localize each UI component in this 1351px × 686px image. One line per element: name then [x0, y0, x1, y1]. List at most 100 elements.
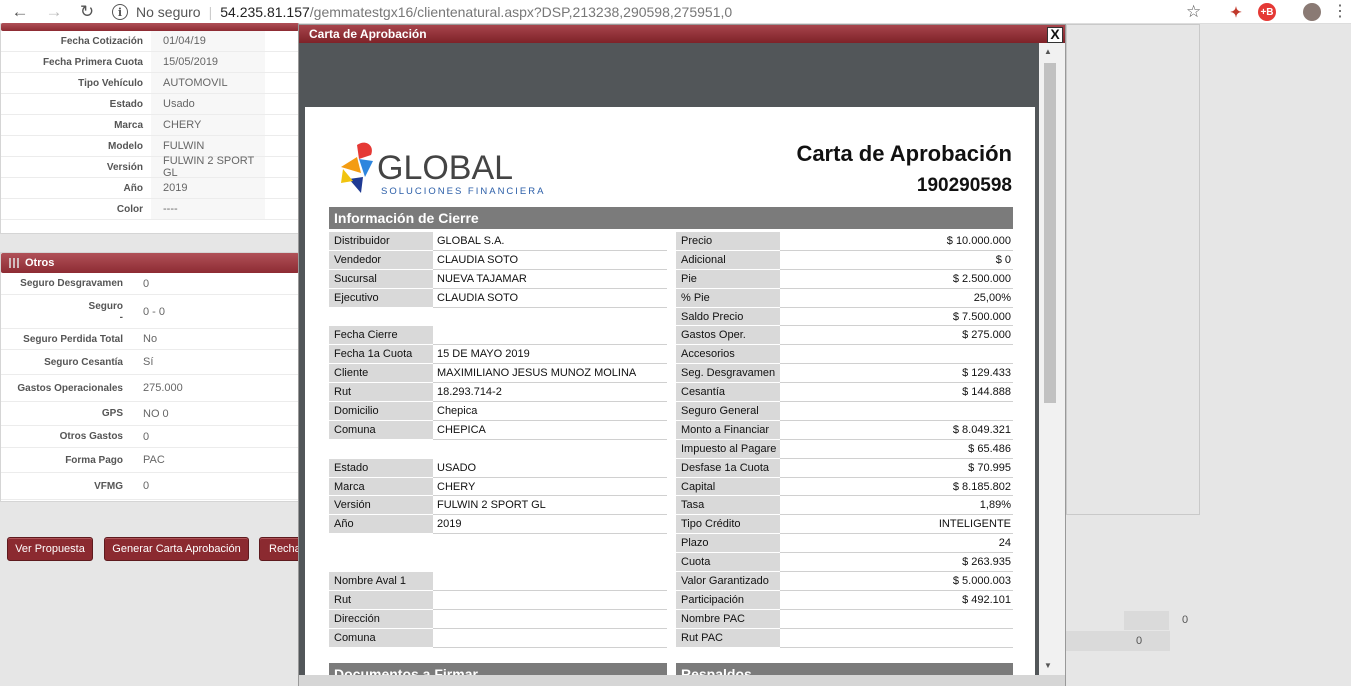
- table-row: Comuna: [329, 628, 667, 648]
- table-key: Cesantía: [676, 383, 780, 403]
- profile-avatar[interactable]: [1303, 3, 1321, 21]
- table-value: [780, 628, 1013, 648]
- forward-arrow-icon[interactable]: →: [42, 0, 66, 24]
- field-label: VFMG: [1, 481, 131, 492]
- table-key: [329, 439, 433, 459]
- ver-propuesta-button[interactable]: Ver Propuesta: [7, 537, 93, 561]
- scroll-up-icon[interactable]: ▲: [1044, 47, 1052, 56]
- reload-icon[interactable]: ↻: [75, 0, 99, 24]
- table-row: Valor Garantizado $ 5.000.003: [676, 572, 1013, 591]
- address-bar[interactable]: i No seguro | 54.235.81.157/gemmatestgx1…: [112, 1, 732, 23]
- table-key: [329, 553, 433, 573]
- table-value: GLOBAL S.A.: [433, 232, 667, 251]
- grip-icon: [9, 258, 19, 268]
- informacion-cierre-header: Información de Cierre: [329, 207, 1013, 229]
- data-row: Fecha Primera Cuota 15/05/2019: [1, 52, 299, 73]
- url-path: /gemmatestgx16/clientenatural.aspx?DSP,2…: [309, 4, 733, 20]
- table-key: Adicional: [676, 250, 780, 270]
- table-key: Nombre PAC: [676, 609, 780, 629]
- table-key: Valor Garantizado: [676, 572, 780, 591]
- value-cell-bg: [1124, 611, 1169, 630]
- table-value: $ 10.000.000: [780, 232, 1013, 251]
- browser-toolbar: ← → ↻ i No seguro | 54.235.81.157/gemmat…: [0, 0, 1351, 24]
- field-label: Fecha Primera Cuota: [42, 56, 143, 68]
- extension-badge-icon[interactable]: +B: [1258, 3, 1276, 21]
- pdf-extension-icon[interactable]: ✦: [1227, 3, 1245, 21]
- doc-title: Carta de Aprobación: [796, 141, 1012, 166]
- table-value: MAXIMILIANO JESUS MUNOZ MOLINA: [433, 364, 667, 384]
- background-right-panel: [1066, 24, 1200, 515]
- field-label: Seguro Desgravamen: [1, 278, 131, 289]
- field-label-text: Gastos Operacionales: [17, 382, 123, 394]
- back-arrow-icon[interactable]: ←: [8, 0, 32, 24]
- field-label-text: VFMG: [94, 480, 123, 492]
- data-row: Forma Pago PAC: [1, 448, 299, 473]
- table-key: Versión: [329, 496, 433, 516]
- table-value: $ 0: [780, 250, 1013, 270]
- table-key: Sucursal: [329, 269, 433, 289]
- modal-scrollbar[interactable]: ▲ ▼: [1039, 43, 1065, 675]
- table-key: Año: [329, 515, 433, 535]
- table-row: Tipo Crédito INTELIGENTE: [676, 515, 1013, 535]
- data-row: VFMG 0: [1, 473, 299, 500]
- table-value: 18.293.714-2: [433, 383, 667, 403]
- field-label-text: Seguro Desgravamen: [20, 278, 123, 289]
- table-key: Accesorios: [676, 345, 780, 365]
- table-row: Fecha Cierre: [329, 326, 667, 346]
- security-label: No seguro: [136, 4, 201, 20]
- table-key: Domicilio: [329, 402, 433, 421]
- table-row: Cesantía $ 144.888: [676, 383, 1013, 403]
- scrollbar-thumb[interactable]: [1044, 63, 1056, 403]
- address-separator: |: [208, 4, 213, 20]
- data-row: Seguro Desgravamen 0: [1, 273, 299, 295]
- star-icon[interactable]: ☆: [1186, 2, 1201, 22]
- scroll-down-icon[interactable]: ▼: [1044, 661, 1052, 670]
- field-label: Seguro Cesantía: [1, 357, 131, 368]
- modal-bottom-bar: [299, 675, 1065, 686]
- field-value: FULWIN: [151, 136, 265, 156]
- table-row: [329, 307, 667, 327]
- table-key: [329, 307, 433, 327]
- generar-carta-button[interactable]: Generar Carta Aprobación: [104, 537, 249, 561]
- field-label: Seguro Perdida Total: [1, 334, 131, 345]
- modal-close-button[interactable]: X: [1047, 27, 1063, 43]
- data-row: Modelo FULWIN: [1, 136, 299, 157]
- field-label: Marca: [114, 119, 143, 131]
- table-value: CHERY: [433, 477, 667, 497]
- table-value: 1,89%: [780, 496, 1013, 516]
- field-value: 0 - 0: [143, 305, 166, 318]
- data-row: Marca CHERY: [1, 115, 299, 136]
- info-icon[interactable]: i: [112, 4, 128, 20]
- field-label: Seguro -: [1, 301, 131, 323]
- right-value-b: 0: [1136, 635, 1143, 647]
- table-key: Comuna: [329, 628, 433, 648]
- field-value: AUTOMOVIL: [151, 73, 265, 93]
- table-value: CLAUDIA SOTO: [433, 288, 667, 308]
- table-key: Participación: [676, 590, 780, 610]
- svg-text:SOLUCIONES FINANCIERAS: SOLUCIONES FINANCIERAS: [381, 186, 545, 197]
- table-value: FULWIN 2 SPORT GL: [433, 496, 667, 516]
- table-key: Desfase 1a Cuota: [676, 458, 780, 478]
- global-logo: GLOBAL SOLUCIONES FINANCIERAS: [341, 142, 545, 197]
- table-row: Rut: [329, 590, 667, 610]
- field-label-text: Seguro Cesantía: [44, 356, 123, 368]
- right-info-table: Precio $ 10.000.000 Adicional $ 0 Pie $ 2.500…: [676, 232, 1013, 648]
- table-key: Dirección: [329, 609, 433, 629]
- table-row: Monto a Financiar $ 8.049.321: [676, 420, 1013, 440]
- field-value: NO 0: [143, 407, 169, 420]
- table-value: NUEVA TAJAMAR: [433, 269, 667, 289]
- table-key: Rut PAC: [676, 628, 780, 648]
- field-value: 275.000: [143, 382, 183, 394]
- table-value: CHEPICA: [433, 420, 667, 440]
- table-row: Cliente MAXIMILIANO JESUS MUNOZ MOLINA: [329, 364, 667, 384]
- data-row: Estado Usado: [1, 94, 299, 115]
- menu-dots-icon[interactable]: ⋮: [1332, 1, 1348, 21]
- table-row: Cuota $ 263.935: [676, 553, 1013, 573]
- data-row: Seguro Perdida Total No: [1, 329, 299, 350]
- field-label: Año: [123, 182, 143, 194]
- field-value: 0: [143, 430, 150, 443]
- data-row: Seguro - 0 - 0: [1, 295, 299, 329]
- svg-text:GLOBAL: GLOBAL: [377, 149, 513, 187]
- data-row: Seguro Cesantía Sí: [1, 350, 299, 375]
- table-key: [329, 534, 433, 554]
